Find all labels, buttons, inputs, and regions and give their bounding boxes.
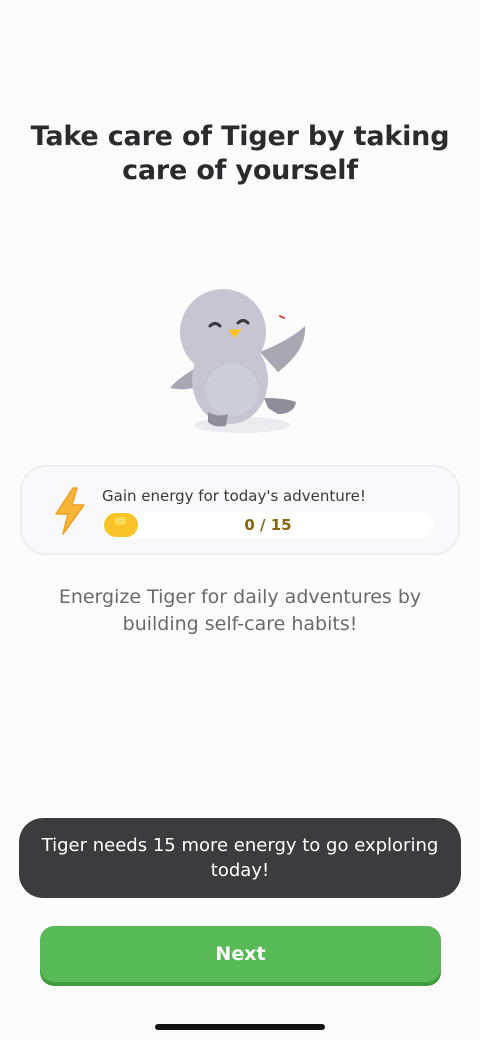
- energy-progress-bar: 0 / 15: [102, 512, 434, 538]
- penguin-mascot-icon: [160, 280, 320, 440]
- home-indicator[interactable]: [155, 1024, 325, 1030]
- description-line-2: building self-care habits!: [122, 613, 358, 635]
- onboarding-screen: Take care of Tiger by taking care of you…: [0, 0, 480, 1040]
- toast-line-1: Tiger needs 15 more energy to go explori…: [41, 835, 439, 856]
- description-line-1: Energize Tiger for daily adventures by: [58, 586, 422, 608]
- page-title-line-2: care of yourself: [122, 155, 358, 186]
- energy-label: Gain energy for today's adventure!: [102, 487, 366, 505]
- energy-card: Gain energy for today's adventure! 0 / 1…: [20, 465, 460, 555]
- page-title: Take care of Tiger by taking care of you…: [20, 120, 460, 188]
- next-button[interactable]: Next: [40, 926, 441, 982]
- lightning-bolt-icon: [53, 487, 87, 535]
- page-title-line-1: Take care of Tiger by taking: [30, 121, 450, 152]
- energy-progress-text: 0 / 15: [244, 516, 292, 534]
- description-text: Energize Tiger for daily adventures by b…: [30, 584, 450, 638]
- toast-line-2: today!: [210, 860, 270, 881]
- energy-toast: Tiger needs 15 more energy to go explori…: [19, 818, 461, 898]
